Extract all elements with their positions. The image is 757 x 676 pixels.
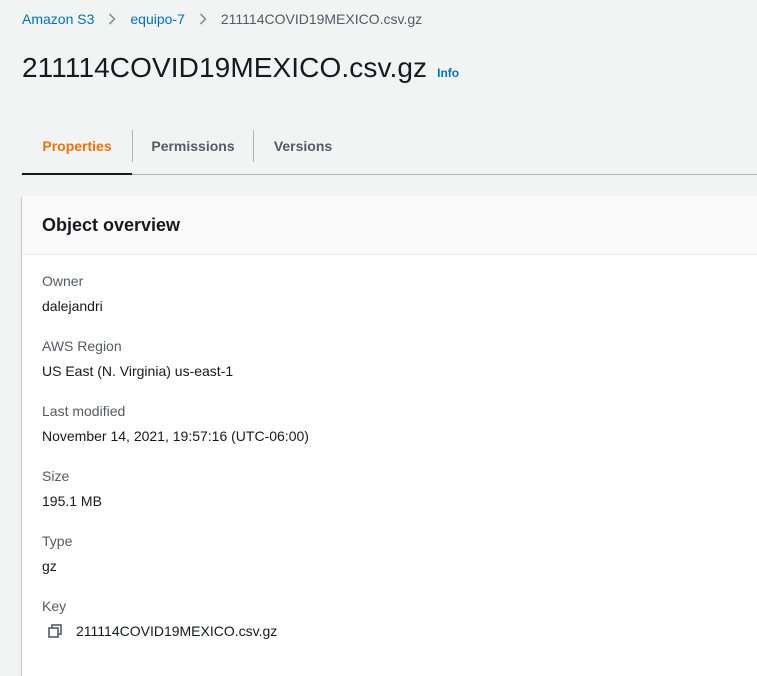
page-title: 211114COVID19MEXICO.csv.gz — [22, 52, 428, 83]
tab-properties[interactable]: Properties — [22, 118, 132, 175]
breadcrumb-bucket[interactable]: equipo-7 — [130, 11, 185, 27]
field-value: 195.1 MB — [42, 493, 102, 509]
field-size: Size 195.1 MB — [42, 468, 757, 533]
field-type: Type gz — [42, 533, 757, 598]
field-value: 211114COVID19MEXICO.csv.gz — [76, 623, 278, 639]
tab-permissions[interactable]: Permissions — [133, 118, 253, 174]
copy-icon[interactable] — [48, 623, 72, 639]
breadcrumb-amazon-s3[interactable]: Amazon S3 — [22, 11, 94, 27]
field-label: Key — [42, 598, 67, 614]
field-aws-region: AWS Region US East (N. Virginia) us-east… — [42, 338, 757, 403]
field-label: AWS Region — [42, 338, 122, 354]
field-owner: Owner dalejandri — [42, 273, 757, 338]
field-last-modified: Last modified November 14, 2021, 19:57:1… — [42, 403, 757, 468]
breadcrumb: Amazon S3 equipo-7 211114COVID19MEXICO.c… — [22, 11, 422, 27]
breadcrumb-current-object: 211114COVID19MEXICO.csv.gz — [220, 11, 423, 27]
overview-fields: Owner dalejandri AWS Region US East (N. … — [22, 255, 757, 663]
field-label: Type — [42, 533, 73, 549]
page-header: 211114COVID19MEXICO.csv.gz Info — [22, 52, 459, 84]
field-value: November 14, 2021, 19:57:16 (UTC-06:00) — [42, 428, 309, 444]
field-value: US East (N. Virginia) us-east-1 — [42, 363, 234, 379]
panel-header: Object overview — [22, 196, 757, 255]
field-value: dalejandri — [42, 298, 103, 314]
field-label: Owner — [42, 273, 84, 289]
chevron-right-icon — [94, 13, 130, 25]
panel-title: Object overview — [42, 214, 181, 235]
field-value: gz — [42, 558, 57, 574]
object-overview-panel: Object overview Owner dalejandri AWS Reg… — [22, 196, 757, 676]
field-label: Size — [42, 468, 70, 484]
info-link[interactable]: Info — [437, 66, 459, 80]
tab-bar: Properties Permissions Versions — [22, 118, 757, 175]
tab-versions[interactable]: Versions — [254, 118, 352, 174]
field-key: Key 211114COVID19MEXICO.csv.gz — [42, 598, 757, 663]
field-label: Last modified — [42, 403, 126, 419]
chevron-right-icon — [185, 13, 221, 25]
key-row: 211114COVID19MEXICO.csv.gz — [42, 623, 757, 639]
